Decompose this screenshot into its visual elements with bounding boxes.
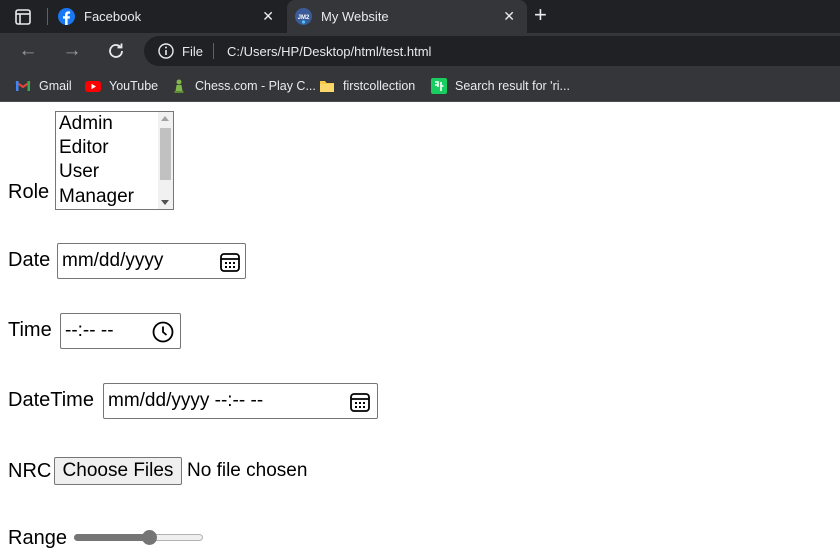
gmail-icon: [15, 81, 31, 91]
tab-search-icon[interactable]: [14, 8, 32, 26]
bookmarks-bar: Gmail YouTube Chess.com - Play C... firs…: [0, 69, 840, 102]
bookmark-firstcollection[interactable]: firstcollection: [319, 76, 415, 96]
tab-strip: Facebook ✕ JM2 My Website ✕ +: [0, 0, 840, 33]
date-value: mm/dd/yyyy: [62, 250, 164, 271]
search-result-icon: [431, 78, 447, 94]
choose-files-button[interactable]: Choose Files: [54, 457, 182, 485]
bookmark-chess[interactable]: Chess.com - Play C...: [171, 76, 316, 96]
tab-my-website[interactable]: JM2 My Website ✕: [287, 0, 527, 33]
file-status-text: No file chosen: [187, 460, 308, 481]
datetime-input[interactable]: mm/dd/yyyy --:-- --: [103, 383, 378, 419]
scrollbar-thumb[interactable]: [160, 128, 171, 180]
datetime-value: mm/dd/yyyy --:-- --: [108, 390, 264, 411]
chess-icon: [174, 79, 184, 93]
folder-icon: [320, 81, 334, 92]
clock-icon[interactable]: [152, 321, 174, 343]
datetime-label: DateTime: [8, 389, 94, 411]
address-bar[interactable]: File C:/Users/HP/Desktop/html/test.html: [144, 36, 840, 66]
range-slider[interactable]: [74, 530, 203, 545]
facebook-icon: [58, 8, 75, 25]
new-tab-icon[interactable]: +: [534, 4, 554, 27]
bookmark-label: YouTube: [109, 79, 159, 93]
page-content: Role Admin Editor User Manager Date mm/d…: [0, 103, 840, 560]
back-icon[interactable]: ←: [17, 40, 39, 62]
role-option-manager[interactable]: Manager: [59, 186, 134, 208]
info-icon[interactable]: [158, 43, 174, 59]
nrc-label: NRC: [8, 460, 52, 482]
range-fill: [74, 534, 150, 541]
tab-title: My Website: [321, 9, 389, 24]
tab-title: Facebook: [84, 9, 142, 24]
role-option-user[interactable]: User: [59, 161, 99, 183]
svg-text:JM2: JM2: [298, 15, 310, 21]
bookmark-label: firstcollection: [343, 79, 416, 93]
date-input[interactable]: mm/dd/yyyy: [57, 243, 246, 279]
forward-icon[interactable]: →: [61, 40, 83, 62]
bookmark-label: Gmail: [39, 79, 72, 93]
role-option-editor[interactable]: Editor: [59, 137, 109, 159]
bookmark-label: Chess.com - Play C...: [195, 79, 316, 93]
browser-toolbar: ← → File C:/Users/HP/Desktop/html/test.h…: [0, 33, 840, 69]
tab-close-icon[interactable]: ✕: [262, 7, 274, 25]
tab-facebook[interactable]: Facebook ✕: [50, 0, 286, 33]
scroll-up-icon[interactable]: [161, 116, 169, 121]
time-input[interactable]: --:-- --: [60, 313, 181, 349]
role-option-admin[interactable]: Admin: [59, 113, 113, 135]
site-icon: JM2: [295, 8, 312, 25]
date-label: Date: [8, 249, 51, 271]
time-label: Time: [8, 319, 52, 341]
role-label: Role: [8, 181, 50, 203]
role-select[interactable]: Admin Editor User Manager: [55, 111, 174, 210]
url-scheme: File: [182, 44, 203, 59]
url-text[interactable]: C:/Users/HP/Desktop/html/test.html: [227, 44, 431, 59]
range-label: Range: [8, 527, 67, 549]
omnibox-divider: [213, 43, 214, 59]
tab-divider: [47, 8, 48, 25]
tab-close-icon[interactable]: ✕: [503, 7, 515, 25]
calendar-icon[interactable]: [219, 251, 241, 273]
reload-icon[interactable]: [106, 41, 126, 61]
bookmark-label: Search result for 'ri...: [455, 79, 570, 93]
role-select-scrollbar[interactable]: [158, 112, 173, 209]
bookmark-youtube[interactable]: YouTube: [85, 76, 158, 96]
calendar-icon[interactable]: [349, 391, 371, 413]
range-thumb[interactable]: [142, 530, 158, 545]
youtube-icon: [85, 81, 101, 92]
bookmark-gmail[interactable]: Gmail: [15, 76, 72, 96]
scroll-down-icon[interactable]: [161, 200, 169, 205]
time-value: --:-- --: [65, 320, 114, 341]
bookmark-search-result[interactable]: Search result for 'ri...: [431, 76, 570, 96]
